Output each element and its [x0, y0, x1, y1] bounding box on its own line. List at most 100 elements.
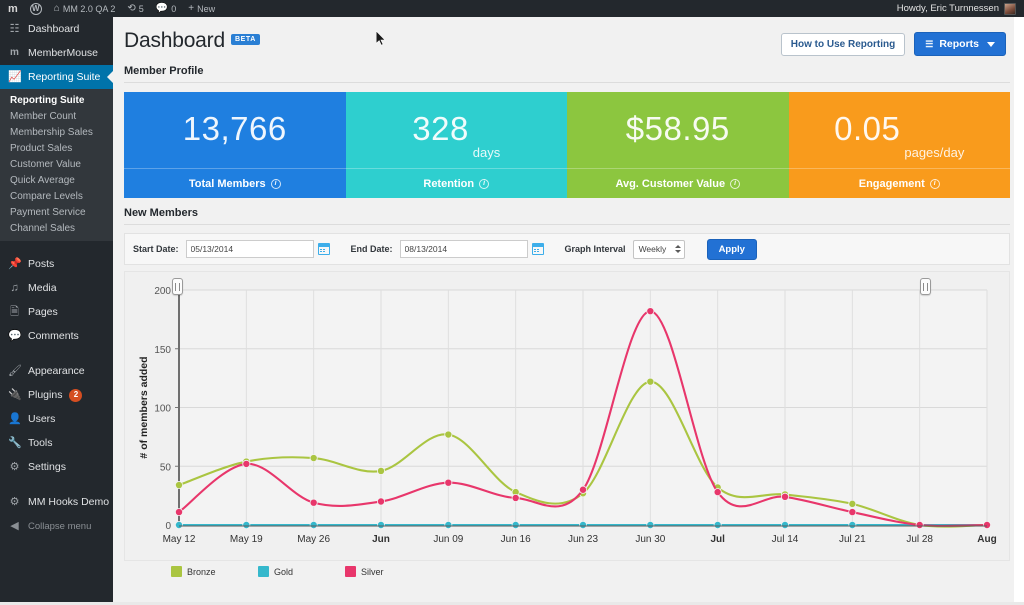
home-icon: ⌂	[53, 2, 60, 14]
kpi-avg-customer-value[interactable]: $58.95 Avg. Customer Value i	[567, 92, 789, 198]
start-date-input[interactable]	[185, 240, 314, 258]
legend-item-silver[interactable]: Silver	[345, 566, 432, 577]
comments-count: 0	[171, 3, 177, 14]
legend-item-bronze[interactable]: Bronze	[171, 566, 258, 577]
new-label: New	[197, 3, 216, 14]
submenu-item-quick-average[interactable]: Quick Average	[0, 172, 113, 188]
svg-text:Jun 23: Jun 23	[568, 534, 598, 545]
sidebar-item-posts[interactable]: 📌 Posts	[0, 252, 113, 276]
submenu-item-compare-levels[interactable]: Compare Levels	[0, 188, 113, 204]
kpi-label-row: Total Members i	[124, 168, 346, 198]
comments-menu[interactable]: 💬 0	[150, 0, 182, 17]
svg-text:Aug: Aug	[977, 534, 996, 545]
submenu-item-reporting-suite[interactable]: Reporting Suite	[0, 92, 113, 108]
wrench-icon: 🔧	[8, 436, 22, 449]
sidebar-item-label: MemberMouse	[28, 47, 99, 59]
info-icon[interactable]: i	[270, 178, 281, 189]
kpi-label: Retention	[423, 177, 475, 190]
sidebar-item-dashboard[interactable]: ☷ Dashboard	[0, 17, 113, 41]
kpi-value-row: $58.95	[567, 92, 789, 168]
sidebar-item-membermouse[interactable]: m MemberMouse	[0, 41, 113, 65]
sidebar-item-users[interactable]: 👤 Users	[0, 407, 113, 431]
sidebar-item-pages[interactable]: 🗎 Pages	[0, 300, 113, 324]
svg-text:Jul 14: Jul 14	[772, 534, 799, 545]
submenu-item-product-sales[interactable]: Product Sales	[0, 140, 113, 156]
svg-text:May 26: May 26	[297, 534, 330, 545]
membermouse-logo[interactable]: m	[0, 0, 24, 17]
apply-button[interactable]: Apply	[706, 238, 757, 260]
svg-text:0: 0	[165, 521, 171, 532]
kpi-engagement[interactable]: 0.05 pages/day Engagement i	[788, 92, 1011, 198]
window-edge	[1014, 17, 1024, 605]
new-content-menu[interactable]: + New	[182, 0, 221, 17]
sidebar-collapse-menu[interactable]: ◀ Collapse menu	[0, 514, 113, 538]
legend-swatch	[345, 566, 356, 577]
avatar	[1004, 2, 1016, 15]
range-selector-left-handle[interactable]	[172, 278, 183, 295]
plugins-update-badge: 2	[69, 388, 83, 402]
submenu-item-channel-sales[interactable]: Channel Sales	[0, 220, 113, 236]
list-icon: ☰	[925, 38, 934, 49]
sidebar-item-plugins[interactable]: 🔌 Plugins 2	[0, 383, 113, 407]
kpi-total-members[interactable]: 13,766 Total Members i	[124, 92, 346, 198]
kpi-value: 328	[412, 110, 469, 147]
legend-swatch	[171, 566, 182, 577]
comment-icon: 💬	[8, 329, 22, 342]
submenu-item-payment-service[interactable]: Payment Service	[0, 204, 113, 220]
site-name-menu[interactable]: ⌂ MM 2.0 QA 2	[48, 0, 122, 17]
end-date-input[interactable]	[399, 240, 528, 258]
sidebar-item-mm-hooks-demo[interactable]: ⚙ MM Hooks Demo	[0, 490, 113, 514]
svg-text:150: 150	[154, 345, 171, 356]
wordpress-icon: W	[29, 2, 42, 15]
new-members-chart: 0 50 100 150 200 # of members added May 12 May …	[124, 271, 1010, 561]
graph-interval-select[interactable]: Weekly	[632, 239, 685, 259]
member-profile-title: Member Profile	[124, 65, 204, 77]
svg-text:50: 50	[160, 462, 172, 473]
divider	[124, 224, 1010, 225]
plus-icon: +	[188, 2, 195, 14]
info-icon[interactable]: i	[929, 178, 940, 189]
kpi-unit: days	[472, 145, 501, 160]
sidebar-item-settings[interactable]: ⚙ Settings	[0, 455, 113, 479]
reports-dropdown-button[interactable]: ☰ Reports	[914, 32, 1006, 56]
kpi-retention[interactable]: 328 days Retention i	[345, 92, 567, 198]
membermouse-logo-text: m	[8, 2, 18, 15]
kpi-label: Total Members	[188, 177, 266, 190]
page-title: Dashboard BETA	[124, 29, 260, 53]
kpi-value-row: 0.05 pages/day	[789, 92, 1011, 168]
legend-swatch	[258, 566, 269, 577]
sidebar-item-label: Users	[28, 413, 56, 425]
sidebar-item-label: MM Hooks Demo	[28, 496, 110, 508]
how-to-use-reporting-button[interactable]: How to Use Reporting	[780, 32, 906, 56]
submenu-item-customer-value[interactable]: Customer Value	[0, 156, 113, 172]
legend-label: Gold	[274, 566, 294, 577]
range-selector-right-handle[interactable]	[920, 278, 931, 295]
info-icon[interactable]: i	[730, 178, 741, 189]
sidebar-item-media[interactable]: ♫ Media	[0, 276, 113, 300]
wordpress-menu[interactable]: W	[24, 0, 48, 17]
sidebar-item-reporting-suite[interactable]: 📈 Reporting Suite	[0, 65, 113, 89]
kpi-value: $58.95	[625, 110, 730, 147]
submenu-item-membership-sales[interactable]: Membership Sales	[0, 124, 113, 140]
page-header: Dashboard BETA How to Use Reporting ☰ Rep…	[113, 17, 1024, 56]
kpi-value-row: 13,766	[124, 92, 346, 168]
site-name-label: MM 2.0 QA 2	[62, 3, 116, 14]
svg-text:200: 200	[154, 286, 171, 297]
sidebar-divider	[0, 348, 113, 359]
dashboard-icon: ☷	[9, 22, 20, 35]
account-menu[interactable]: Howdy, Eric Turnnessen	[897, 2, 1024, 15]
legend-item-gold[interactable]: Gold	[258, 566, 345, 577]
submenu-item-member-count[interactable]: Member Count	[0, 108, 113, 124]
info-icon[interactable]: i	[479, 178, 490, 189]
end-date-label: End Date:	[350, 244, 393, 254]
chart-filter-bar: Start Date: End Date: Graph Interval Wee…	[124, 233, 1010, 265]
sidebar-item-comments[interactable]: 💬 Comments	[0, 324, 113, 348]
calendar-icon[interactable]	[317, 243, 330, 255]
calendar-icon[interactable]	[531, 243, 544, 255]
sidebar-item-tools[interactable]: 🔧 Tools	[0, 431, 113, 455]
sidebar-item-appearance[interactable]: 🖌 Appearance	[0, 359, 113, 383]
svg-text:Jul: Jul	[710, 534, 725, 545]
sidebar-item-label: Posts	[28, 258, 55, 270]
svg-text:Jun 30: Jun 30	[635, 534, 665, 545]
updates-menu[interactable]: ⟲ 5	[121, 0, 149, 17]
